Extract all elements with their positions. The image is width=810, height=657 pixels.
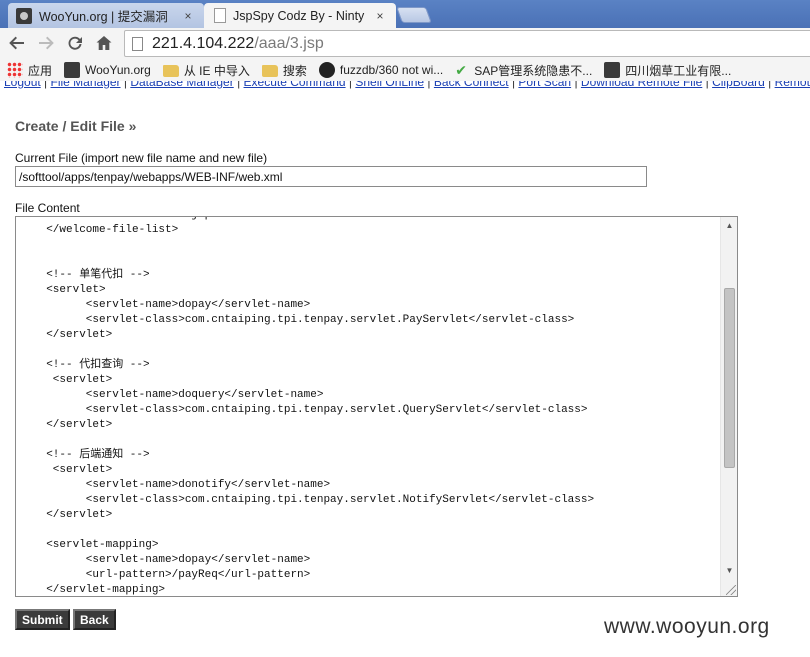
nav-link-logout[interactable]: Logout <box>4 81 41 89</box>
tab-label: JspSpy Codz By - Ninty <box>233 8 365 23</box>
page-title: Create / Edit File » <box>15 118 137 134</box>
wooyun-icon <box>16 7 32 24</box>
bookmark-label: 搜索 <box>282 63 307 78</box>
wooyun-watermark: www.wooyun.org <box>604 615 770 638</box>
current-file-label: Current File (import new file name and n… <box>15 151 268 165</box>
page-content: Logout | File Manager | DataBase Manager… <box>0 81 810 657</box>
forward-arrow-icon[interactable] <box>34 31 58 55</box>
file-content-label: File Content <box>15 201 80 215</box>
bookmark-sap[interactable]: ✔ SAP管理系统隐患不... <box>455 62 592 79</box>
bookmark-wooyun[interactable]: WooYun.org <box>64 62 151 78</box>
nav-link-clipboard[interactable]: ClipBoard <box>712 81 765 89</box>
bookmarks-bar: 应用 WooYun.org 从 IE 中导入 搜索 fuzzdb/360 not… <box>0 59 810 81</box>
wooyun-icon <box>64 62 81 78</box>
scrollbar-thumb[interactable] <box>724 288 735 468</box>
reload-icon[interactable] <box>63 31 87 55</box>
tab-strip: WooYun.org | 提交漏洞 × JspSpy Codz By - Nin… <box>0 0 810 28</box>
tab-jspspy[interactable]: JspSpy Codz By - Ninty × <box>204 3 396 28</box>
bookmark-label: 从 IE 中导入 <box>183 63 250 78</box>
nav-link-back-connect[interactable]: Back Connect <box>434 81 509 89</box>
bookmark-label: SAP管理系统隐患不... <box>474 63 593 78</box>
tab-wooyun[interactable]: WooYun.org | 提交漏洞 × <box>8 3 204 28</box>
resize-grip-icon[interactable] <box>726 585 736 595</box>
bookmark-label: 四川烟草工业有限... <box>625 63 732 78</box>
url-host: 221.4.104.222 <box>152 34 255 52</box>
bookmark-fuzzdb[interactable]: fuzzdb/360 not wi... <box>318 62 444 78</box>
home-icon[interactable] <box>92 31 116 55</box>
bookmark-sichuan[interactable]: 四川烟草工业有限... <box>604 62 731 79</box>
nav-link-shell-online[interactable]: Shell OnLine <box>355 81 424 89</box>
nav-link-remote[interactable]: Remote <box>775 81 810 89</box>
shell-nav-bar: Logout | File Manager | DataBase Manager… <box>4 81 810 89</box>
close-icon[interactable]: × <box>372 9 388 23</box>
current-file-input[interactable] <box>15 166 647 187</box>
wooyun-icon <box>604 62 621 78</box>
bookmark-label: WooYun.org <box>85 63 151 77</box>
back-button[interactable]: Back <box>73 609 116 630</box>
new-tab-button[interactable] <box>396 7 432 23</box>
back-arrow-icon[interactable] <box>5 31 29 55</box>
nav-link-port-scan[interactable]: Port Scan <box>518 81 571 89</box>
url-path: /aaa/3.jsp <box>254 34 324 52</box>
page-icon <box>132 36 143 51</box>
nav-link-download-remote-file[interactable]: Download Remote File <box>581 81 702 89</box>
submit-button[interactable]: Submit <box>15 609 70 630</box>
nav-link-database-manager[interactable]: DataBase Manager <box>130 81 233 89</box>
vertical-scrollbar[interactable]: ▲ ▼ <box>720 217 737 596</box>
bookmark-label: fuzzdb/360 not wi... <box>339 63 444 77</box>
check-icon: ✔ <box>455 62 468 78</box>
scroll-up-icon[interactable]: ▲ <box>721 217 737 234</box>
nav-link-file-manager[interactable]: File Manager <box>51 81 121 89</box>
apps-icon <box>7 62 23 78</box>
file-content-text: <welcome-file>index.jsp</welcome-file> <… <box>46 217 595 596</box>
bookmark-import-ie[interactable]: 从 IE 中导入 <box>162 62 250 79</box>
browser-toolbar: 221.4.104.222/aaa/3.jsp <box>0 28 810 59</box>
address-bar[interactable]: 221.4.104.222/aaa/3.jsp <box>124 30 810 57</box>
github-icon <box>318 62 335 78</box>
tab-label: WooYun.org | 提交漏洞 <box>39 10 168 24</box>
bookmark-search[interactable]: 搜索 <box>261 62 307 79</box>
page-icon <box>214 8 226 23</box>
bookmark-apps[interactable]: 应用 <box>7 62 52 79</box>
bookmark-label: 应用 <box>28 63 53 78</box>
file-content-textarea[interactable]: <welcome-file>index.jsp</welcome-file> <… <box>15 216 738 597</box>
folder-icon <box>162 65 179 77</box>
scroll-down-icon[interactable]: ▼ <box>721 562 737 579</box>
nav-link-execute-command[interactable]: Execute Command <box>244 81 346 89</box>
close-icon[interactable]: × <box>180 9 196 23</box>
folder-icon <box>261 65 278 77</box>
